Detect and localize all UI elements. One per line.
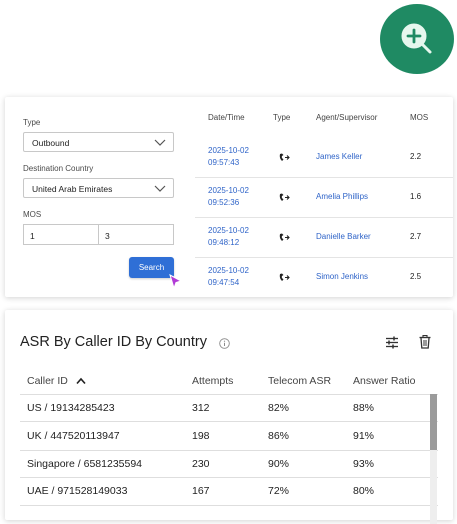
chevron-down-icon (154, 139, 166, 146)
destination-country-label: Destination Country (23, 164, 94, 173)
mos-value: 2.7 (410, 232, 422, 241)
column-header-attempts[interactable]: Attempts (192, 375, 233, 387)
answer-ratio-cell: 88% (353, 402, 375, 414)
caller-id-cell: Singapore / 6581235594 (27, 458, 143, 470)
chevron-down-icon (154, 185, 166, 192)
sort-ascending-icon[interactable] (76, 377, 86, 385)
header-divider (20, 394, 438, 395)
column-header-answer-ratio[interactable]: Answer Ratio (353, 375, 415, 387)
call-time: 09:47:54 (208, 278, 240, 287)
row-divider (20, 450, 438, 451)
call-time: 09:57:43 (208, 158, 240, 167)
mos-value: 1.6 (410, 192, 422, 201)
caller-id-cell: UK / 447520113947 (27, 430, 120, 442)
call-datetime-link[interactable]: 2025-10-02 09:47:54 (208, 265, 249, 289)
call-date: 2025-10-02 (208, 146, 249, 155)
mos-value: 2.5 (410, 272, 422, 281)
mouse-cursor-icon (169, 274, 183, 289)
outbound-call-icon (279, 273, 290, 281)
row-divider (195, 217, 453, 218)
answer-ratio-cell: 93% (353, 458, 375, 470)
zoom-in-icon (401, 23, 432, 54)
call-datetime-link[interactable]: 2025-10-02 09:52:36 (208, 185, 249, 209)
type-select-value: Outbound (32, 138, 70, 148)
attempts-cell: 312 (192, 402, 210, 414)
answer-ratio-cell: 91% (353, 430, 375, 442)
agent-link[interactable]: Danielle Barker (316, 232, 371, 241)
row-divider (195, 257, 453, 258)
row-divider (20, 505, 438, 506)
agent-link[interactable]: Simon Jenkins (316, 272, 368, 281)
column-header-mos: MOS (410, 113, 429, 122)
destination-country-select[interactable]: United Arab Emirates (23, 178, 174, 198)
call-date: 2025-10-02 (208, 266, 249, 275)
column-header-datetime: Date/Time (208, 113, 245, 122)
attempts-cell: 230 (192, 458, 210, 470)
telecom-asr-cell: 86% (268, 430, 290, 442)
call-datetime-link[interactable]: 2025-10-02 09:48:12 (208, 225, 249, 249)
report-title: ASR By Caller ID By Country (20, 334, 207, 350)
outbound-call-icon (279, 193, 290, 201)
column-header-agent: Agent/Supervisor (316, 113, 378, 122)
agent-link[interactable]: James Keller (316, 152, 362, 161)
caller-id-cell: US / 19134285423 (27, 402, 115, 414)
filter-settings-icon[interactable] (385, 336, 399, 349)
call-date: 2025-10-02 (208, 186, 249, 195)
destination-country-value: United Arab Emirates (32, 184, 113, 194)
type-label: Type (23, 118, 41, 127)
call-datetime-link[interactable]: 2025-10-02 09:57:43 (208, 145, 249, 169)
asr-report-panel: ASR By Caller ID By Country Caller ID At… (5, 310, 453, 524)
column-header-type: Type (273, 113, 291, 122)
mos-max-value: 3 (105, 231, 110, 241)
attempts-cell: 167 (192, 485, 210, 497)
column-header-caller-id[interactable]: Caller ID (27, 375, 68, 387)
column-header-telecom-asr[interactable]: Telecom ASR (268, 375, 331, 387)
mos-value: 2.2 (410, 152, 422, 161)
mos-min-value: 1 (30, 231, 35, 241)
delete-icon[interactable] (419, 335, 431, 349)
scrollbar-thumb[interactable] (430, 394, 437, 450)
zoom-in-button[interactable] (380, 4, 454, 74)
call-search-panel: Type Outbound Destination Country United… (5, 97, 453, 297)
call-date: 2025-10-02 (208, 226, 249, 235)
search-button[interactable]: Search (129, 257, 174, 278)
attempts-cell: 198 (192, 430, 210, 442)
type-select[interactable]: Outbound (23, 132, 174, 152)
call-time: 09:52:36 (208, 198, 240, 207)
agent-link[interactable]: Amelia Phillips (316, 192, 368, 201)
row-divider (20, 477, 438, 478)
mos-min-input[interactable]: 1 (23, 224, 99, 245)
telecom-asr-cell: 72% (268, 485, 290, 497)
answer-ratio-cell: 80% (353, 485, 375, 497)
mos-label: MOS (23, 210, 42, 219)
caller-id-cell: UAE / 971528149033 (27, 485, 128, 497)
mos-max-input[interactable]: 3 (98, 224, 174, 245)
outbound-call-icon (279, 233, 290, 241)
call-time: 09:48:12 (208, 238, 240, 247)
row-divider (195, 177, 453, 178)
telecom-asr-cell: 90% (268, 458, 290, 470)
telecom-asr-cell: 82% (268, 402, 290, 414)
info-icon[interactable] (219, 338, 230, 349)
outbound-call-icon (279, 153, 290, 161)
row-divider (20, 421, 438, 422)
